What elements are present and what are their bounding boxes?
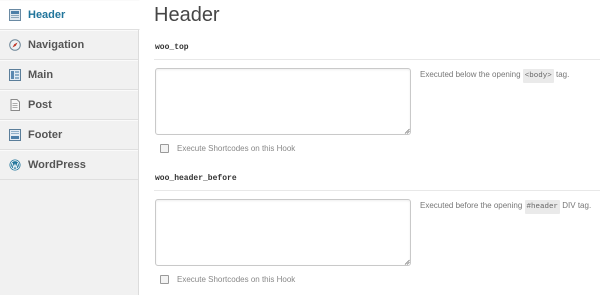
woo-header-before-description: Executed before the opening #header DIV … — [420, 199, 595, 214]
main-layout-icon — [9, 69, 21, 81]
woo-header-before-shortcodes-checkbox[interactable] — [160, 275, 169, 284]
header-icon — [9, 9, 21, 21]
sidebar-item-header[interactable]: Header — [0, 0, 140, 30]
sidebar-item-main[interactable]: Main — [0, 60, 138, 90]
woo-top-textarea[interactable] — [155, 68, 411, 135]
code-chip: <body> — [522, 69, 554, 83]
hook-name-woo-header-before: woo_header_before — [155, 174, 237, 183]
description-text: tag. — [553, 70, 570, 79]
wordpress-icon — [9, 159, 21, 171]
woo-header-before-textarea[interactable] — [155, 199, 411, 266]
sidebar-item-navigation[interactable]: Navigation — [0, 30, 138, 60]
sidebar: Header Navigation Main Post Footer WordP… — [0, 0, 140, 295]
sidebar-item-label: Footer — [28, 129, 63, 141]
compass-icon — [9, 39, 21, 51]
post-icon — [9, 99, 21, 111]
sidebar-item-label: Header — [28, 9, 66, 21]
sidebar-item-label: WordPress — [28, 159, 86, 171]
sidebar-item-post[interactable]: Post — [0, 90, 138, 120]
main-panel: Header woo_top Executed below the openin… — [140, 0, 600, 295]
code-chip: #header — [524, 200, 561, 214]
resize-grip-icon[interactable] — [404, 259, 410, 265]
page-title: Header — [154, 4, 220, 26]
woo-top-shortcodes-checkbox[interactable] — [160, 144, 169, 153]
checkbox-label: Execute Shortcodes on this Hook — [177, 144, 296, 153]
sidebar-item-label: Post — [28, 99, 52, 111]
description-text: DIV tag. — [560, 201, 592, 210]
sidebar-item-footer[interactable]: Footer — [0, 120, 138, 150]
sidebar-item-label: Main — [28, 69, 54, 81]
resize-grip-icon[interactable] — [404, 128, 410, 134]
description-text: Executed before the opening — [420, 201, 525, 210]
woo-top-shortcodes-row: Execute Shortcodes on this Hook — [160, 144, 295, 153]
checkbox-label: Execute Shortcodes on this Hook — [177, 275, 296, 284]
sidebar-item-label: Navigation — [28, 39, 85, 51]
divider — [154, 190, 600, 191]
woo-top-description: Executed below the opening <body> tag. — [420, 68, 595, 83]
divider — [154, 59, 600, 60]
hook-name-woo-top: woo_top — [155, 43, 189, 52]
sidebar-item-wordpress[interactable]: WordPress — [0, 150, 138, 180]
description-text: Executed below the opening — [420, 70, 523, 79]
woo-header-before-shortcodes-row: Execute Shortcodes on this Hook — [160, 275, 295, 284]
footer-icon — [9, 129, 21, 141]
